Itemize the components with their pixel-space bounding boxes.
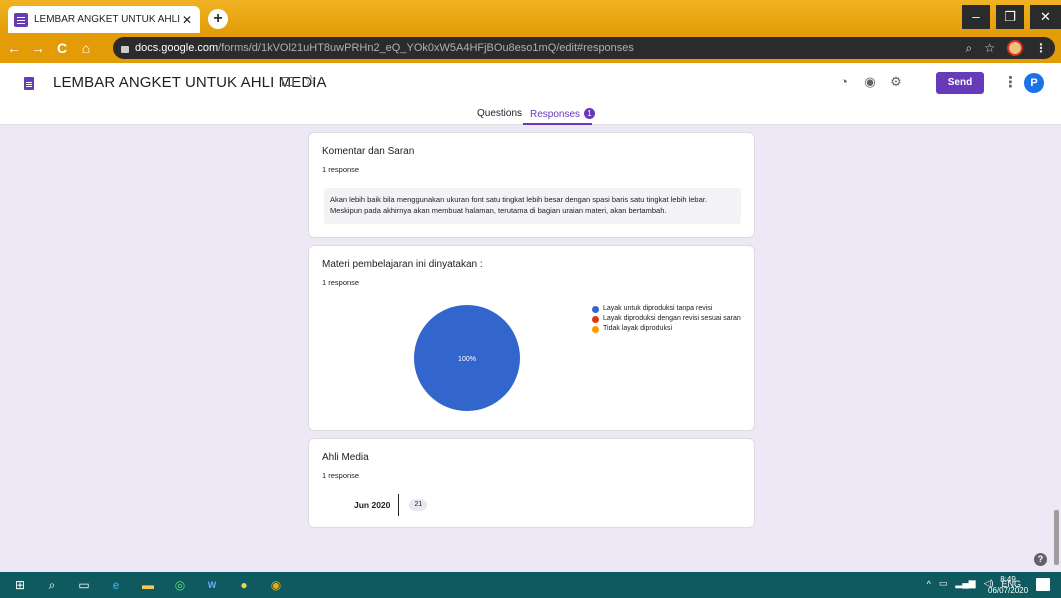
question-title: Ahli Media — [322, 452, 369, 463]
help-icon[interactable]: ? — [1034, 553, 1047, 566]
tab-responses[interactable]: Responses 1 — [530, 108, 596, 120]
forms-favicon-icon — [14, 12, 28, 27]
google-forms-icon[interactable] — [24, 77, 34, 90]
star-icon[interactable]: ☆ — [304, 71, 317, 89]
active-tab-indicator — [523, 123, 592, 125]
pie-slice-label: 100% — [458, 356, 476, 363]
tab-questions[interactable]: Questions — [477, 108, 522, 119]
legend-item: Layak untuk diproduksi tanpa revisi — [592, 305, 742, 313]
legend-dot — [592, 305, 599, 313]
response-count: 1 response — [322, 165, 360, 174]
clock-date: 06/07/2020 — [988, 586, 1029, 595]
forward-arrow-icon[interactable]: → — [28, 40, 48, 56]
response-card-ahli-media: Ahli Media 1 response Jun 2020 21 — [308, 438, 755, 528]
legend-label: Layak untuk diproduksi tanpa revisi — [603, 305, 713, 312]
send-button[interactable]: Send — [936, 72, 984, 94]
close-window-button[interactable]: ✕ — [1030, 5, 1061, 29]
folder-icon[interactable] — [282, 77, 294, 86]
more-options-icon[interactable]: ⋮ — [1003, 73, 1018, 91]
clock-time: 8:49 — [1000, 575, 1016, 584]
reload-icon[interactable]: C — [52, 40, 72, 56]
url-host: docs.google.com — [135, 42, 219, 54]
taskbar-clock[interactable]: 8:49 06/07/2020 — [988, 574, 1028, 596]
zoom-icon[interactable]: ⌕ — [966, 41, 973, 56]
form-tabs: Questions Responses 1 — [0, 107, 1061, 125]
browser-toolbar: ← → C ⌂ docs.google.com /forms/d/1kVOl21… — [0, 33, 1061, 63]
preview-eye-icon[interactable]: ◉ — [861, 73, 879, 91]
notification-icon[interactable] — [1036, 578, 1050, 591]
app-icon[interactable]: ◎ — [172, 577, 188, 593]
task-view-icon[interactable]: ▭ — [76, 577, 92, 593]
file-explorer-icon[interactable]: ▬ — [140, 577, 156, 593]
network-icon[interactable]: ▭ — [939, 578, 948, 589]
text-answer: Akan lebih baik bila menggunakan ukuran … — [324, 188, 741, 224]
edge-browser-icon[interactable]: e — [108, 577, 124, 593]
legend-item: Layak diproduksi dengan revisi sesuai sa… — [592, 315, 742, 323]
tab-responses-label: Responses — [530, 109, 581, 120]
chrome-taskbar-icon[interactable]: ◉ — [268, 577, 284, 593]
date-response-row: Jun 2020 21 — [354, 494, 428, 516]
url-path: /forms/d/1kVOl21uHT8uwPRHn2_eQ_YOk0xW5A4… — [218, 42, 634, 54]
legend-item: Tidak layak diproduksi — [592, 325, 742, 333]
lock-icon — [121, 45, 129, 53]
avatar[interactable]: P — [1024, 73, 1044, 93]
signal-icon[interactable]: ▂▄▆ — [955, 578, 975, 589]
back-arrow-icon[interactable]: ← — [4, 40, 24, 56]
chart-legend: Layak untuk diproduksi tanpa revisi Layak… — [592, 305, 742, 335]
date-divider — [398, 494, 400, 516]
response-card-komentar: Komentar dan Saran 1 response Akan lebih… — [308, 132, 755, 238]
search-icon[interactable]: ⌕ — [44, 577, 60, 593]
legend-dot — [592, 325, 599, 333]
legend-label: Tidak layak diproduksi — [603, 325, 672, 332]
new-tab-button[interactable]: + — [208, 9, 228, 29]
chrome-menu-icon[interactable]: ⋮ — [1035, 41, 1047, 55]
response-count: 1 response — [322, 471, 360, 480]
tray-chevron-icon[interactable]: ^ — [927, 579, 931, 589]
palette-icon[interactable]: ◔ — [835, 73, 853, 91]
question-title: Materi pembelajaran ini dinyatakan : — [322, 259, 483, 270]
question-title: Komentar dan Saran — [322, 146, 415, 157]
settings-gear-icon[interactable]: ⚙ — [887, 73, 905, 91]
pie-chart: 100% — [414, 305, 520, 411]
date-month-label: Jun 2020 — [354, 500, 391, 510]
home-icon[interactable]: ⌂ — [76, 40, 96, 56]
response-count: 1 response — [322, 278, 360, 287]
legend-dot — [592, 315, 599, 323]
browser-tab[interactable]: LEMBAR ANGKET UNTUK AHLI M ✕ — [8, 6, 200, 33]
browser-tab-strip: LEMBAR ANGKET UNTUK AHLI M ✕ + – ❐ ✕ — [0, 0, 1061, 33]
windows-start-icon[interactable]: ⊞ — [12, 577, 28, 593]
tab-title: LEMBAR ANGKET UNTUK AHLI M — [34, 14, 180, 25]
responses-count-badge: 1 — [584, 108, 596, 119]
bookmark-star-icon[interactable]: ☆ — [984, 41, 995, 55]
chrome-profile-icon[interactable] — [1007, 40, 1023, 56]
restore-button[interactable]: ❐ — [996, 5, 1024, 29]
address-bar[interactable]: docs.google.com /forms/d/1kVOl21uHT8uwPR… — [113, 37, 1055, 59]
windows-taskbar: ⊞ ⌕ ▭ e ▬ ◎ W ● ◉ ^ ▭ ▂▄▆ ◁) ENG 8:49 06… — [0, 572, 1061, 598]
app-icon-2[interactable]: ● — [236, 577, 252, 593]
page-scrollbar[interactable] — [1054, 510, 1059, 565]
forms-header: LEMBAR ANGKET UNTUK AHLI MEDIA ☆ ◔ ◉ ⚙ S… — [0, 63, 1061, 125]
minimize-button[interactable]: – — [962, 5, 990, 29]
response-card-materi: Materi pembelajaran ini dinyatakan : 1 r… — [308, 245, 755, 431]
word-icon[interactable]: W — [204, 577, 220, 593]
date-day-chip: 21 — [409, 499, 428, 511]
tab-close-icon[interactable]: ✕ — [180, 13, 194, 27]
legend-label: Layak diproduksi dengan revisi sesuai sa… — [603, 315, 741, 322]
